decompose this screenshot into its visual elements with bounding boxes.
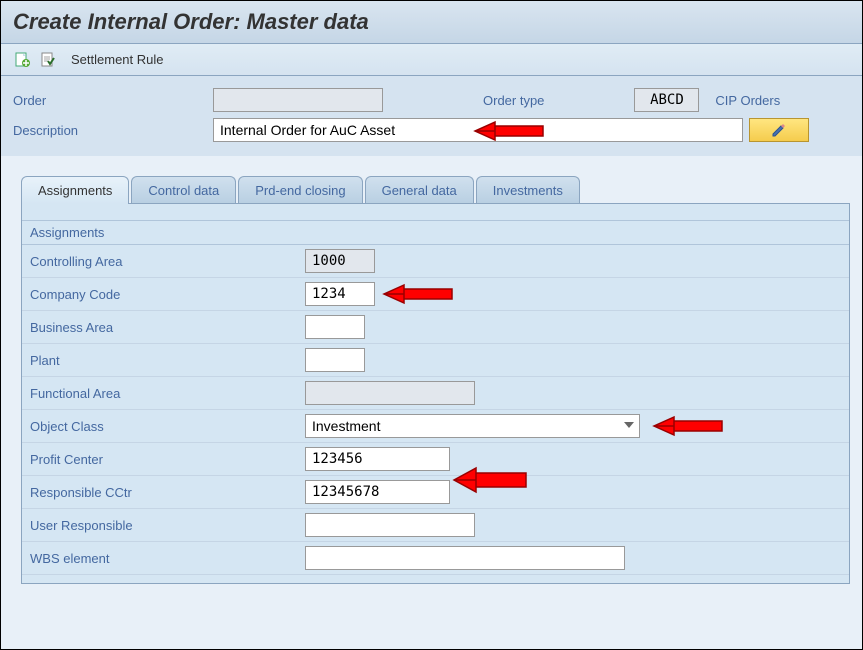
- tab-content-assignments: Assignments Controlling Area Company Cod…: [21, 203, 850, 584]
- input-company-code[interactable]: [305, 282, 375, 306]
- arrow-annotation: [652, 411, 728, 441]
- order-input[interactable]: [213, 88, 383, 112]
- input-business-area[interactable]: [305, 315, 365, 339]
- row-user-responsible: User Responsible: [22, 509, 849, 542]
- label-plant: Plant: [30, 353, 305, 368]
- tab-prd-end-closing[interactable]: Prd-end closing: [238, 176, 362, 204]
- label-company-code: Company Code: [30, 287, 305, 302]
- toolbar: Settlement Rule: [1, 44, 862, 76]
- dropdown-object-class[interactable]: [305, 414, 640, 438]
- assignments-group-label: Assignments: [22, 220, 849, 245]
- settlement-rule-button[interactable]: Settlement Rule: [65, 50, 170, 69]
- pencil-icon: [771, 122, 787, 138]
- tab-investments[interactable]: Investments: [476, 176, 580, 204]
- row-object-class: Object Class: [22, 410, 849, 443]
- input-plant[interactable]: [305, 348, 365, 372]
- tab-strip: Assignments Control data Prd-end closing…: [21, 176, 850, 204]
- label-business-area: Business Area: [30, 320, 305, 335]
- label-controlling-area: Controlling Area: [30, 254, 305, 269]
- row-business-area: Business Area: [22, 311, 849, 344]
- input-user-responsible[interactable]: [305, 513, 475, 537]
- row-company-code: Company Code: [22, 278, 849, 311]
- tabs-area: Assignments Control data Prd-end closing…: [21, 176, 850, 584]
- document-check-icon[interactable]: [39, 51, 57, 69]
- input-responsible-cctr[interactable]: [305, 480, 450, 504]
- tab-control-data[interactable]: Control data: [131, 176, 236, 204]
- tab-general-data[interactable]: General data: [365, 176, 474, 204]
- order-label: Order: [13, 93, 213, 108]
- arrow-annotation: [382, 279, 458, 309]
- order-type-label: Order type: [483, 93, 544, 108]
- label-wbs-element: WBS element: [30, 551, 305, 566]
- label-responsible-cctr: Responsible CCtr: [30, 485, 305, 500]
- tab-assignments[interactable]: Assignments: [21, 176, 129, 204]
- row-controlling-area: Controlling Area: [22, 245, 849, 278]
- order-type-value: [634, 88, 699, 112]
- description-input[interactable]: [213, 118, 743, 142]
- input-profit-center[interactable]: [305, 447, 450, 471]
- input-functional-area: [305, 381, 475, 405]
- label-functional-area: Functional Area: [30, 386, 305, 401]
- input-wbs-element[interactable]: [305, 546, 625, 570]
- row-responsible-cctr: Responsible CCtr: [22, 476, 849, 509]
- input-controlling-area: [305, 249, 375, 273]
- header-section: Order Order type CIP Orders Description: [1, 76, 862, 156]
- dropdown-object-class-wrap: [305, 414, 640, 438]
- description-label: Description: [13, 123, 213, 138]
- row-wbs-element: WBS element: [22, 542, 849, 575]
- row-plant: Plant: [22, 344, 849, 377]
- document-new-icon[interactable]: [13, 51, 31, 69]
- row-profit-center: Profit Center: [22, 443, 849, 476]
- label-object-class: Object Class: [30, 419, 305, 434]
- edit-description-button[interactable]: [749, 118, 809, 142]
- page-title: Create Internal Order: Master data: [1, 1, 862, 44]
- cip-orders-label: CIP Orders: [715, 93, 780, 108]
- row-functional-area: Functional Area: [22, 377, 849, 410]
- label-user-responsible: User Responsible: [30, 518, 305, 533]
- label-profit-center: Profit Center: [30, 452, 305, 467]
